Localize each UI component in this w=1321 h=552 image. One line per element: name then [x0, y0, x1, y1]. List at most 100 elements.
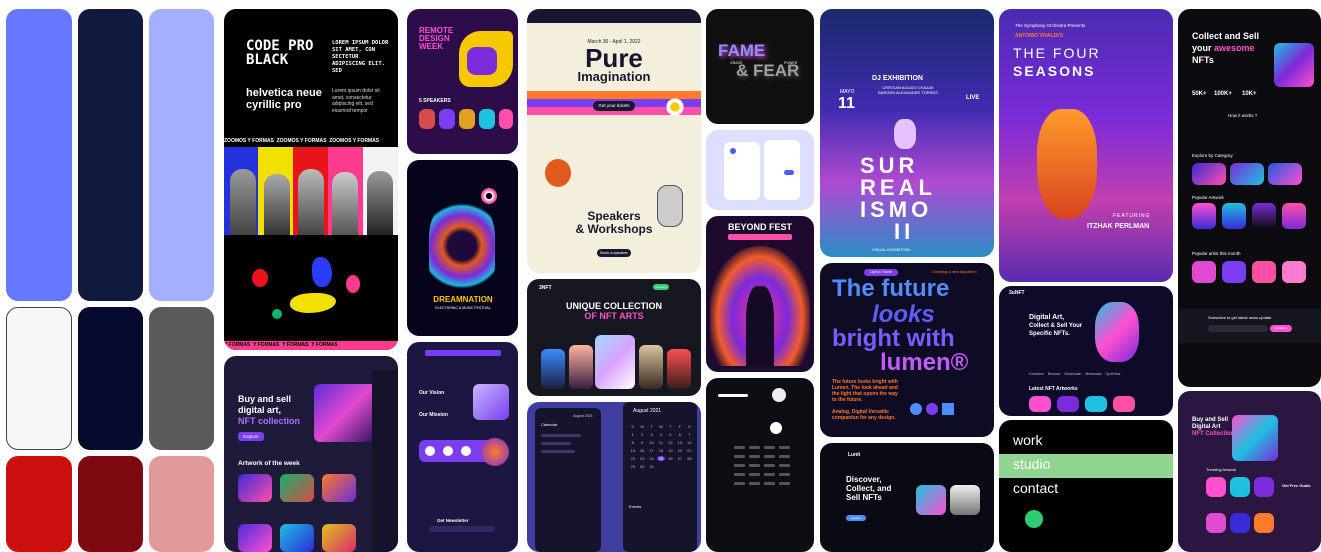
settings-chip[interactable]: [764, 446, 775, 449]
swatch-periwinkle[interactable]: [6, 9, 72, 301]
nft-character-main[interactable]: [595, 335, 635, 389]
card-buy-sell-nft[interactable]: Buy and sell digital art, NFT collection…: [224, 356, 398, 552]
card-dashboard-mockup[interactable]: [706, 130, 814, 210]
settings-chip[interactable]: [749, 482, 760, 485]
settings-chip[interactable]: [779, 473, 790, 476]
speaker-photo-1[interactable]: [419, 109, 435, 129]
nft-character-1[interactable]: [541, 349, 565, 389]
settings-chip[interactable]: [764, 482, 775, 485]
sidebar-row-2[interactable]: [541, 442, 571, 445]
settings-chip[interactable]: [734, 446, 745, 449]
swatch-pink[interactable]: [149, 456, 214, 552]
artist-2[interactable]: [1222, 261, 1246, 283]
calendar-day[interactable]: 19: [667, 448, 674, 453]
card-code-pro-typography[interactable]: CODE PRO BLACK LOREM IPSUM DOLOR SIT AME…: [224, 9, 398, 350]
card-beyond-fest[interactable]: BEYOND FEST: [706, 216, 814, 372]
card-specific-nfts[interactable]: 3uNFT Digital Art, Collect & Sell Your S…: [999, 286, 1173, 416]
calendar-day[interactable]: 28: [686, 456, 693, 461]
trend-2[interactable]: [1230, 477, 1250, 497]
pure-register-button[interactable]: Book a speaker: [597, 249, 631, 257]
nft-character-4[interactable]: [639, 345, 663, 389]
calendar-day[interactable]: 27: [676, 456, 683, 461]
trend-3[interactable]: [1254, 477, 1274, 497]
settings-chip[interactable]: [764, 473, 775, 476]
artwork-thumb-4[interactable]: [238, 524, 272, 552]
card-dreamnation-poster[interactable]: DREAMNATION ELECTRONIC & MUSIC FESTIVAL: [407, 160, 518, 336]
speaker-photo-3[interactable]: [459, 109, 475, 129]
discover-card-2[interactable]: [950, 485, 980, 515]
calendar-day[interactable]: 30: [638, 464, 645, 469]
artist-3[interactable]: [1252, 261, 1276, 283]
card-calendar-app[interactable]: Calendar August 2021 August 2021 SMTWTFS…: [527, 402, 701, 552]
calendar-day[interactable]: 25: [657, 456, 665, 461]
settings-chip[interactable]: [734, 473, 745, 476]
discover-card-1[interactable]: [916, 485, 946, 515]
card-vision-mission[interactable]: Our Vision Our Mission Get Newsletter: [407, 342, 518, 552]
swatch-white[interactable]: [6, 307, 72, 450]
calendar-day[interactable]: 12: [667, 440, 674, 445]
card-remote-design-week[interactable]: REMOTE DESIGN WEEK 5 SPEAKERS: [407, 9, 518, 154]
card-nft-dark-purple[interactable]: Buy and Sell Digital Art NFT Collection …: [1178, 391, 1321, 552]
calendar-day[interactable]: 20: [676, 448, 683, 453]
artwork-thumb-5[interactable]: [280, 524, 314, 552]
swatch-red[interactable]: [6, 456, 72, 552]
calendar-day[interactable]: 24: [648, 456, 655, 461]
settings-chip[interactable]: [749, 473, 760, 476]
swatch-lavender[interactable]: [149, 9, 214, 301]
specific-art-1[interactable]: [1029, 396, 1051, 412]
nft-character-2[interactable]: [569, 345, 593, 389]
popular-1[interactable]: [1192, 203, 1216, 229]
settings-chip[interactable]: [734, 455, 745, 458]
artwork-thumb-3[interactable]: [322, 474, 356, 502]
category-1[interactable]: [1192, 163, 1226, 185]
speaker-photo-2[interactable]: [439, 109, 455, 129]
popular-4[interactable]: [1282, 203, 1306, 229]
settings-chip[interactable]: [779, 446, 790, 449]
specific-art-3[interactable]: [1085, 396, 1107, 412]
menu-studio[interactable]: studio: [1013, 456, 1050, 472]
artwork-thumb-1[interactable]: [238, 474, 272, 502]
swatch-midnight[interactable]: [78, 307, 143, 450]
settings-chip[interactable]: [764, 464, 775, 467]
trend-5[interactable]: [1230, 513, 1250, 533]
card-unique-nft-collection[interactable]: 3NFT Connect UNIQUE COLLECTION OF NFT AR…: [527, 279, 701, 396]
card-pure-imagination[interactable]: March 30 - April 1, 2022 Pure Imaginatio…: [527, 9, 701, 273]
card-four-seasons[interactable]: The Symphony Orchestra Presents ANTONIO …: [999, 9, 1173, 282]
calendar-day[interactable]: 9: [638, 440, 645, 445]
calendar-day[interactable]: 2: [638, 432, 645, 437]
pure-tickets-button[interactable]: Get your tickets: [593, 101, 635, 111]
calendar-day[interactable]: 29: [629, 464, 636, 469]
card-surrealismo-poster[interactable]: DJ EXHIBITION CRISTIAN AGUDO CHAZAE BARG…: [820, 9, 994, 257]
settings-chip[interactable]: [734, 482, 745, 485]
swatch-navy[interactable]: [78, 9, 143, 301]
calendar-day[interactable]: 18: [657, 448, 664, 453]
speaker-photo-5[interactable]: [499, 109, 513, 129]
trend-1[interactable]: [1206, 477, 1226, 497]
settings-toggle-icon[interactable]: [770, 422, 782, 434]
settings-chip[interactable]: [749, 446, 760, 449]
settings-chip[interactable]: [749, 455, 760, 458]
buysell-explore-button[interactable]: Explore: [238, 432, 264, 441]
calendar-day[interactable]: 4: [657, 432, 664, 437]
card-lumen-poster[interactable]: Light & Future Creating a new Algorithm …: [820, 263, 994, 437]
trend-6[interactable]: [1254, 513, 1274, 533]
calendar-day[interactable]: 23: [638, 456, 645, 461]
sidebar-row-3[interactable]: [541, 450, 575, 453]
popular-3[interactable]: [1252, 203, 1276, 229]
subscribe-button[interactable]: Subscribe: [1270, 325, 1292, 332]
unique-connect-button[interactable]: Connect: [653, 284, 669, 290]
settings-chip[interactable]: [779, 464, 790, 467]
discover-explore-button[interactable]: Explore: [846, 515, 866, 521]
calendar-day[interactable]: 5: [667, 432, 674, 437]
calendar-day[interactable]: 15: [629, 448, 636, 453]
calendar-day[interactable]: 26: [667, 456, 674, 461]
card-discover-nfts[interactable]: Lunit Discover, Collect, and Sell NFTs E…: [820, 443, 994, 552]
calendar-day[interactable]: 10: [648, 440, 655, 445]
artwork-thumb-2[interactable]: [280, 474, 314, 502]
calendar-day[interactable]: 7: [686, 432, 693, 437]
calendar-day[interactable]: 17: [648, 448, 655, 453]
swatch-maroon[interactable]: [78, 456, 143, 552]
settings-chip[interactable]: [734, 464, 745, 467]
calendar-day[interactable]: 3: [648, 432, 655, 437]
popular-2[interactable]: [1222, 203, 1246, 229]
